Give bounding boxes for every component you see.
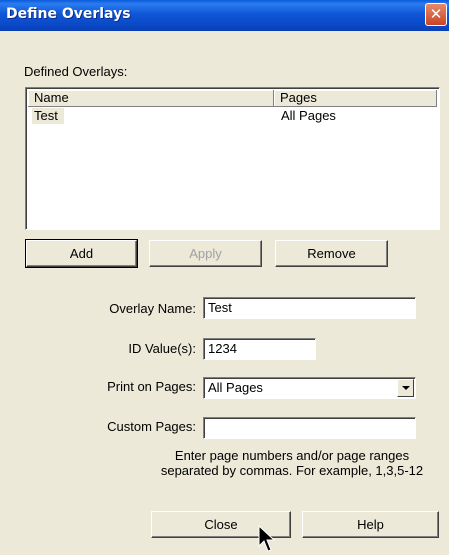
overlay-name-field[interactable]: Test	[203, 297, 416, 319]
overlay-name-label: Overlay Name:	[109, 301, 196, 316]
apply-button[interactable]: Apply	[149, 240, 262, 267]
hint-line-1: Enter page numbers and/or page ranges	[174, 448, 410, 463]
print-on-pages-select[interactable]: All Pages	[203, 377, 416, 399]
close-icon: ✕	[429, 5, 443, 23]
close-window-button[interactable]: ✕	[425, 3, 447, 26]
title-bar[interactable]: Define Overlays ✕	[0, 0, 449, 31]
defined-overlays-label: Defined Overlays:	[24, 64, 128, 79]
print-on-pages-value: All Pages	[208, 380, 263, 395]
id-values-label: ID Value(s):	[128, 341, 196, 356]
id-values-field[interactable]: 1234	[203, 338, 316, 360]
mouse-pointer-icon	[258, 525, 276, 552]
help-button[interactable]: Help	[302, 511, 439, 538]
hint-line-2: separated by commas. For example, 1,3,5-…	[160, 463, 424, 478]
remove-button[interactable]: Remove	[275, 240, 388, 267]
custom-pages-field[interactable]	[203, 417, 416, 439]
overlay-name-cell: Test	[32, 108, 64, 124]
column-header-pages[interactable]: Pages	[274, 90, 437, 107]
custom-pages-label: Custom Pages:	[107, 419, 196, 434]
overlay-pages-cell: All Pages	[281, 108, 336, 123]
print-on-pages-label: Print on Pages:	[107, 379, 196, 394]
custom-pages-hint: Enter page numbers and/or page ranges se…	[152, 448, 432, 478]
list-item[interactable]: Test All Pages	[29, 108, 439, 124]
add-button[interactable]: Add	[25, 239, 138, 268]
chevron-down-icon[interactable]	[397, 379, 414, 397]
column-header-name[interactable]: Name	[28, 90, 274, 107]
overlays-list[interactable]: Name Pages Test All Pages	[25, 87, 440, 230]
window-title: Define Overlays	[6, 6, 131, 22]
define-overlays-dialog: Define Overlays ✕ Defined Overlays: Name…	[0, 0, 449, 555]
